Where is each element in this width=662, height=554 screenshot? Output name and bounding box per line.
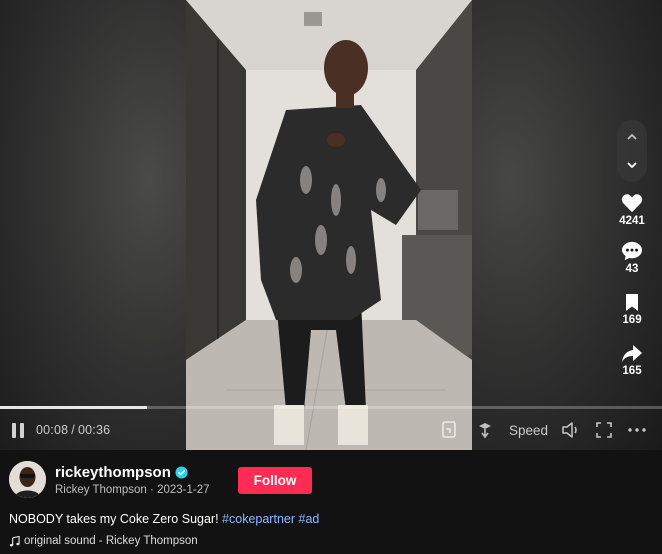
time-display: 00:08 / 00:36 xyxy=(36,418,110,442)
fullscreen-button[interactable] xyxy=(596,418,612,442)
heart-icon xyxy=(621,194,643,213)
progress-bar[interactable] xyxy=(0,406,662,409)
video-description: NOBODY takes my Coke Zero Sugar! #cokepa… xyxy=(9,512,319,526)
video-frame[interactable] xyxy=(186,0,472,450)
description-text: NOBODY takes my Coke Zero Sugar! xyxy=(9,512,223,526)
video-player[interactable]: 00:08 / 00:36 Speed 4241 43 169 165 xyxy=(0,0,662,450)
captions-icon xyxy=(442,421,456,438)
chevron-up-icon[interactable] xyxy=(626,131,638,143)
pause-button[interactable] xyxy=(12,418,30,442)
pause-icon-bar xyxy=(20,422,24,438)
hashtag-link[interactable]: #cokepartner xyxy=(222,512,295,526)
progress-fill xyxy=(0,406,147,409)
sound-link[interactable]: original sound - Rickey Thompson xyxy=(9,535,198,547)
share-button[interactable]: 165 xyxy=(612,344,652,377)
avatar-image xyxy=(9,461,46,498)
verified-badge-icon xyxy=(175,466,188,479)
subline-dot: · xyxy=(150,484,154,496)
captions-button[interactable] xyxy=(442,418,460,442)
follow-button[interactable]: Follow xyxy=(238,467,312,494)
bookmark-button[interactable]: 169 xyxy=(612,293,652,326)
comment-button[interactable]: 43 xyxy=(612,241,652,275)
blurred-backdrop-left xyxy=(0,0,186,450)
like-button[interactable]: 4241 xyxy=(612,193,652,227)
author-subline: Rickey Thompson · 2023-1-27 xyxy=(55,484,210,496)
avatar[interactable] xyxy=(9,461,46,498)
tilt-icon xyxy=(479,423,491,439)
volume-button[interactable] xyxy=(561,418,581,442)
chevron-down-icon[interactable] xyxy=(626,159,638,171)
total-duration: 00:36 xyxy=(77,423,111,437)
share-count: 165 xyxy=(622,365,642,377)
bookmark-count: 169 xyxy=(622,314,642,326)
pause-icon xyxy=(12,422,16,438)
author-display-name: Rickey Thompson xyxy=(55,484,147,496)
volume-icon xyxy=(562,422,577,438)
bookmark-icon xyxy=(626,294,638,311)
username-text[interactable]: rickeythompson xyxy=(55,464,171,481)
video-navigation xyxy=(617,120,647,182)
video-still xyxy=(186,0,472,450)
author-username[interactable]: rickeythompson xyxy=(55,464,188,481)
more-dots-icon xyxy=(628,428,646,432)
comment-count: 43 xyxy=(625,263,639,275)
post-date: 2023-1-27 xyxy=(157,484,210,496)
like-count: 4241 xyxy=(619,215,645,227)
music-note-icon xyxy=(9,535,20,546)
speed-button[interactable]: Speed xyxy=(509,418,548,442)
sound-label[interactable]: original sound - Rickey Thompson xyxy=(24,535,198,547)
time-separator: / xyxy=(71,423,75,437)
more-options-button[interactable] xyxy=(628,418,648,442)
elapsed-time: 00:08 xyxy=(36,423,69,437)
comment-icon xyxy=(622,241,642,261)
tilt-button[interactable] xyxy=(476,418,494,442)
share-arrow-icon xyxy=(622,345,642,362)
hashtag-link[interactable]: #ad xyxy=(299,512,320,526)
fullscreen-icon xyxy=(596,422,612,438)
